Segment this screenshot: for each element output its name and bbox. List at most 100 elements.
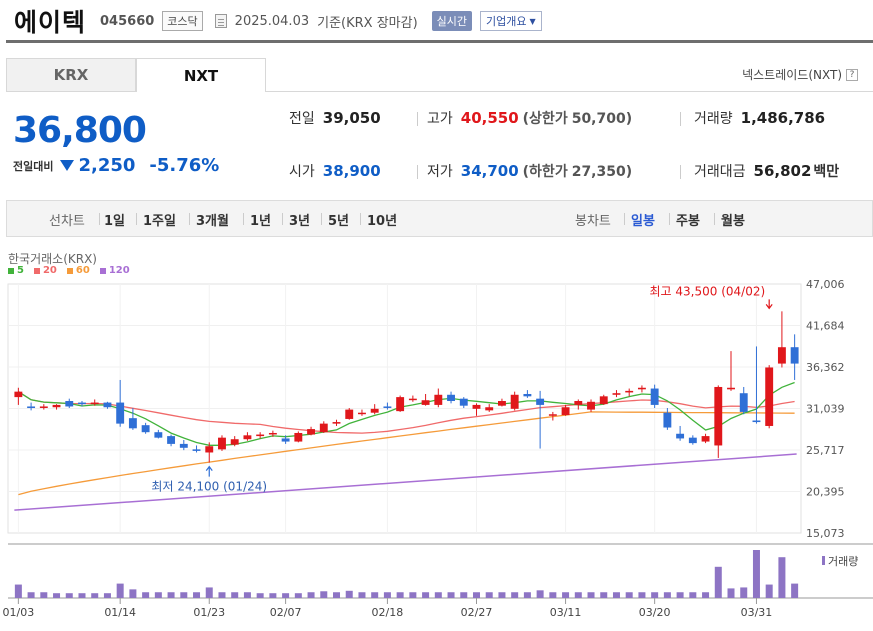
candle-body xyxy=(358,412,366,415)
volume-bar xyxy=(320,591,328,598)
volume-bar xyxy=(396,592,404,598)
candle-body xyxy=(599,396,608,405)
candle-body xyxy=(485,407,494,411)
volume-bar xyxy=(345,590,353,598)
x-tick-label: 02/27 xyxy=(461,606,493,619)
volume-bar xyxy=(562,592,570,598)
volume-bar xyxy=(371,592,379,598)
candle-body xyxy=(268,432,277,435)
volume-bar xyxy=(154,592,162,598)
candle-body xyxy=(103,402,112,408)
candle-body xyxy=(345,409,354,419)
candle-body xyxy=(447,394,455,402)
volume-bar xyxy=(167,592,175,598)
candle-body xyxy=(65,401,74,407)
candle-body xyxy=(90,402,99,405)
volume-bar xyxy=(53,593,61,598)
price-chart[interactable]: 47,006 41,684 36,362 31,039 25,717 20,395 15,0… xyxy=(0,0,873,631)
y-tick-label: 47,006 xyxy=(806,278,845,291)
volume-bar xyxy=(307,592,315,598)
candle-body xyxy=(701,436,710,442)
volume-bar xyxy=(460,592,468,598)
candle-body xyxy=(332,422,341,424)
volume-bar xyxy=(523,592,531,598)
candle-body xyxy=(510,394,519,409)
volume-bar xyxy=(536,590,544,598)
max-arrow-icon xyxy=(765,299,773,310)
volume-bar xyxy=(333,592,341,598)
volume-bar xyxy=(14,584,22,598)
volume-bar xyxy=(40,592,48,598)
volume-bar xyxy=(383,592,391,598)
candle-body xyxy=(370,408,379,413)
candle-body xyxy=(790,347,799,364)
candle-body xyxy=(192,449,201,451)
volume-bar xyxy=(422,592,430,598)
volume-bar xyxy=(702,592,710,598)
volume-bar xyxy=(180,592,188,598)
volume-bar xyxy=(612,592,620,598)
volume-bar xyxy=(714,566,722,598)
volume-legend-swatch xyxy=(822,556,825,565)
candle-body xyxy=(230,439,239,445)
candle-body xyxy=(27,406,36,409)
candle-body xyxy=(52,404,61,408)
volume-bar xyxy=(256,593,264,598)
volume-bar xyxy=(752,550,760,598)
candle-body xyxy=(727,387,735,390)
candle-body xyxy=(243,435,252,440)
min-annotation: 최저 24,100 (01/24) xyxy=(151,480,267,494)
candle-body xyxy=(256,434,265,437)
candle-body xyxy=(14,391,23,398)
candle-body xyxy=(625,390,634,393)
candle-body xyxy=(294,432,303,442)
volume-bar xyxy=(651,592,659,598)
volume-bar xyxy=(78,593,86,598)
volume-bar xyxy=(27,592,35,598)
candle-body xyxy=(637,387,646,390)
volume-bar xyxy=(472,592,480,598)
volume-bar xyxy=(778,557,786,598)
candle-body xyxy=(739,393,748,412)
volume-label: 거래량 xyxy=(828,555,858,568)
volume-bar xyxy=(193,592,201,598)
candle-body xyxy=(536,398,545,405)
candle-body xyxy=(676,433,685,439)
volume-bar xyxy=(231,592,239,598)
volume-bar xyxy=(91,593,99,598)
y-tick-label: 25,717 xyxy=(806,444,845,457)
volume-bar xyxy=(511,592,519,598)
volume-bar xyxy=(740,587,748,598)
volume-bar xyxy=(600,592,608,598)
volume-bar xyxy=(409,592,417,598)
volume-bar xyxy=(269,593,277,598)
candle-body xyxy=(408,398,417,401)
volume-bar xyxy=(663,592,671,598)
volume-bar xyxy=(142,592,150,598)
volume-bar xyxy=(447,592,455,598)
volume-bar xyxy=(65,593,73,598)
candle-body xyxy=(574,401,583,405)
volume-bar xyxy=(282,593,290,598)
volume-bar xyxy=(116,583,124,598)
volume-bar xyxy=(625,592,633,598)
candle-body xyxy=(205,446,214,453)
candle-body xyxy=(523,393,532,397)
volume-bar xyxy=(294,593,302,598)
candle-body xyxy=(587,401,595,410)
volume-bar xyxy=(485,592,493,598)
volume-bar xyxy=(218,592,226,598)
volume-bar xyxy=(689,592,697,598)
volume-bar xyxy=(205,587,213,598)
candle-body xyxy=(167,436,176,444)
volume-bar xyxy=(103,593,111,598)
candle-body xyxy=(154,432,163,438)
candle-body xyxy=(663,412,672,428)
candle-body xyxy=(765,367,774,426)
y-tick-label: 20,395 xyxy=(806,486,845,499)
volume-bar xyxy=(498,592,506,598)
volume-bar xyxy=(129,589,137,598)
volume-bar xyxy=(676,592,684,598)
candle-body xyxy=(396,397,405,412)
volume-bar xyxy=(765,584,773,598)
